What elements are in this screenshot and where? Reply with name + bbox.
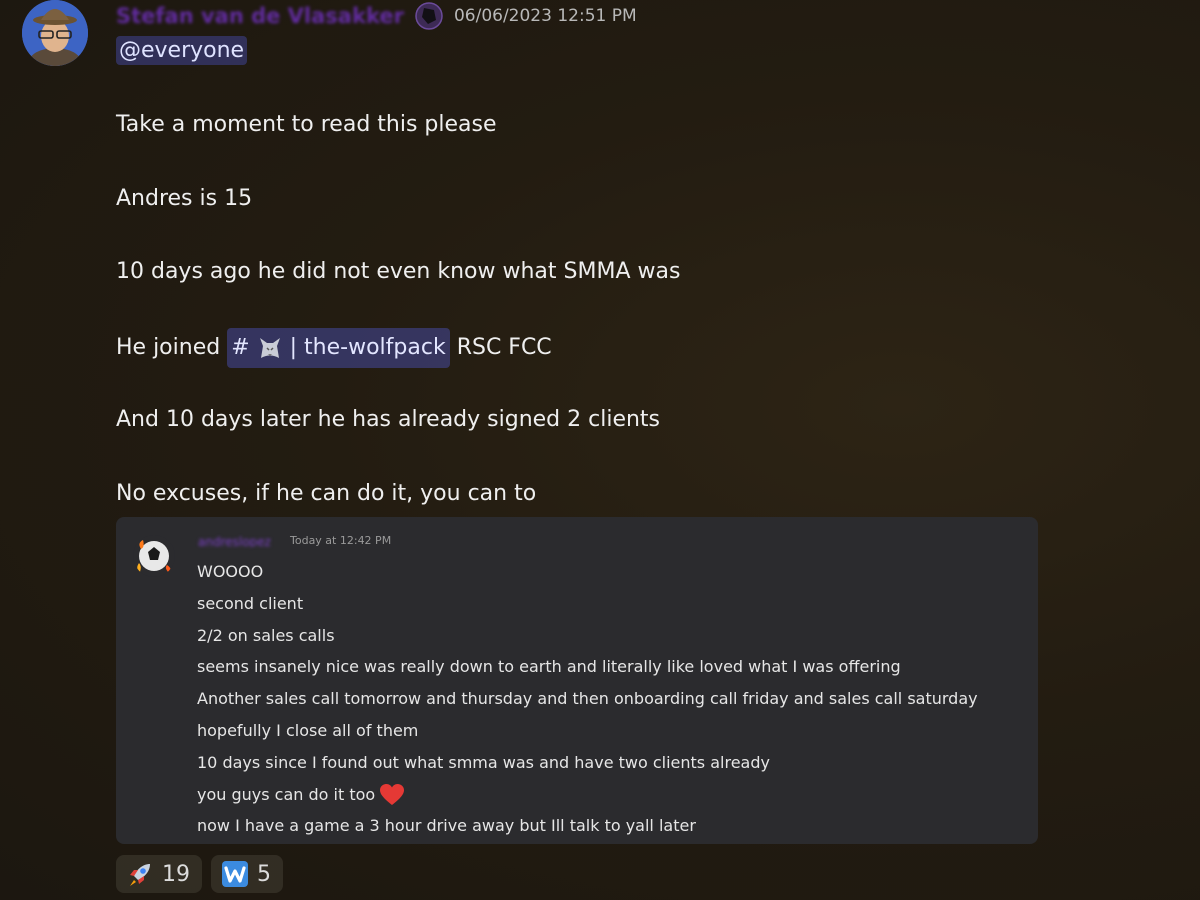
message-header: Stefan van de Vlasakker 06/06/2023 12:51…	[116, 2, 637, 30]
embed-line: 10 days since I found out what smma was …	[197, 752, 770, 772]
reaction-rocket[interactable]: 19	[116, 855, 202, 893]
embed-line: 2/2 on sales calls	[197, 625, 335, 645]
mention-line: @everyone	[116, 33, 680, 69]
author-name[interactable]: Stefan van de Vlasakker	[116, 4, 404, 28]
joined-suffix: RSC FCC	[456, 335, 552, 361]
embed-line-with-heart: you guys can do it too	[197, 779, 978, 811]
chat-message: Stefan van de Vlasakker 06/06/2023 12:51…	[0, 0, 1200, 900]
embed-content: WOOOO second client 2/2 on sales calls s…	[197, 556, 978, 842]
embed-author: andreslopez	[198, 535, 271, 547]
reactions-bar: 19 5	[116, 855, 283, 893]
message-line: 10 days ago he did not even know what SM…	[116, 259, 681, 285]
embed-line: now I have a game a 3 hour drive away bu…	[197, 816, 696, 836]
joined-prefix: He joined	[116, 335, 221, 361]
channel-name: | the-wolfpack	[289, 335, 446, 361]
wolf-icon	[256, 336, 284, 360]
reaction-count: 19	[162, 861, 190, 887]
screenshot-embed[interactable]: andreslopez Today at 12:42 PM WOOOO seco…	[116, 517, 1038, 844]
joined-line: He joined # | the-wolfpack RSC FCC	[116, 328, 680, 369]
message-timestamp: 06/06/2023 12:51 PM	[453, 6, 637, 26]
heart-icon	[379, 783, 405, 807]
rocket-icon	[126, 860, 154, 888]
embed-line: Another sales call tomorrow and thursday…	[197, 689, 978, 709]
embed-line-text: you guys can do it too	[197, 784, 376, 804]
message-line: Andres is 15	[116, 185, 253, 211]
message-line: No excuses, if he can do it, you can to	[116, 480, 537, 506]
message-line: Take a moment to read this please	[116, 111, 497, 137]
author-avatar[interactable]	[22, 0, 88, 66]
embed-line: WOOOO	[197, 562, 264, 581]
w-letter-icon	[221, 860, 249, 888]
embed-line: second client	[197, 593, 304, 613]
reaction-w[interactable]: 5	[211, 855, 283, 893]
channel-hash: #	[231, 335, 250, 361]
reaction-count: 5	[257, 861, 271, 887]
embed-line: hopefully I close all of them	[197, 720, 419, 740]
channel-mention[interactable]: # | the-wolfpack	[227, 328, 450, 369]
embed-timestamp: Today at 12:42 PM	[290, 534, 392, 547]
message-content: @everyone Take a moment to read this ple…	[116, 33, 680, 512]
embed-line: seems insanely nice was really down to e…	[197, 657, 901, 677]
role-badge-icon	[414, 1, 444, 31]
embed-avatar	[133, 535, 175, 577]
everyone-mention[interactable]: @everyone	[116, 36, 248, 65]
message-line: And 10 days later he has already signed …	[116, 406, 661, 432]
